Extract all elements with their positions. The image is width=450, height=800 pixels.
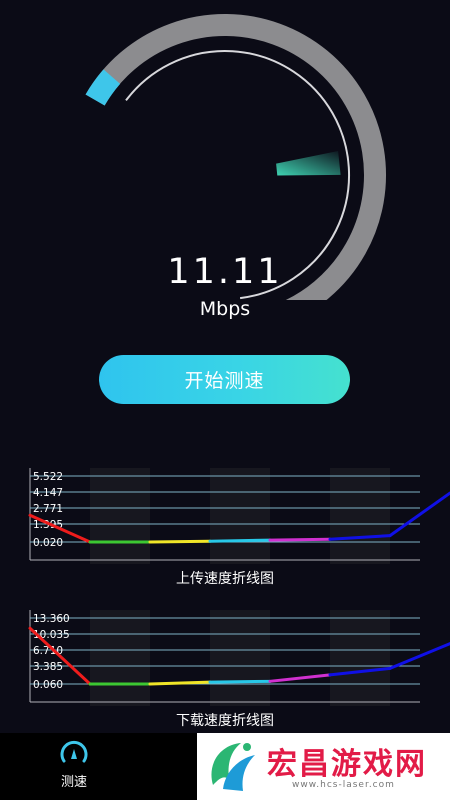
upload-segment <box>388 491 450 538</box>
upload-y-tick: 5.522 <box>33 471 63 483</box>
download-band <box>90 610 150 706</box>
upload-y-tick: 4.147 <box>33 487 63 499</box>
download-segment <box>208 679 272 684</box>
upload-band <box>90 468 150 564</box>
upload-band <box>210 468 270 564</box>
upload-segment <box>208 538 272 543</box>
upload-y-tick: 0.020 <box>33 537 63 549</box>
upload-segment <box>268 537 332 542</box>
download-speed-chart: 13.360 10.035 6.710 3.385 0.060 <box>0 604 450 754</box>
watermark-text: 宏昌游戏网 <box>267 747 427 782</box>
upload-band <box>330 468 390 564</box>
gauge-needle <box>276 151 341 176</box>
download-segment <box>268 673 332 683</box>
speed-value: 11.11 <box>167 252 283 292</box>
upload-segment <box>148 539 212 544</box>
upload-chart-title: 上传速度折线图 <box>176 571 274 587</box>
download-segment <box>388 642 450 670</box>
download-y-tick: 0.060 <box>33 679 63 691</box>
start-test-button[interactable]: 开始测速 <box>99 355 350 404</box>
gauge-progress <box>85 69 121 106</box>
download-band <box>210 610 270 706</box>
download-segment <box>148 680 212 686</box>
tab-speed-test[interactable]: 测速 <box>38 737 110 797</box>
speed-unit: Mbps <box>199 298 251 320</box>
download-y-tick: 13.360 <box>33 613 70 625</box>
watermark: 宏昌游戏网 www.hcs-laser.com <box>197 733 450 800</box>
leaf-logo <box>211 743 255 791</box>
download-chart-title: 下载速度折线图 <box>176 713 274 729</box>
upload-y-tick: 2.771 <box>33 503 63 515</box>
upload-speed-chart: 5.522 4.147 2.771 1.395 0.020 <box>0 462 450 612</box>
tab-speed-test-label: 测速 <box>60 775 87 790</box>
download-y-tick: 3.385 <box>33 661 63 673</box>
watermark-url: www.hcs-laser.com <box>292 780 395 790</box>
speedometer-icon <box>60 740 88 763</box>
download-band <box>330 610 390 706</box>
